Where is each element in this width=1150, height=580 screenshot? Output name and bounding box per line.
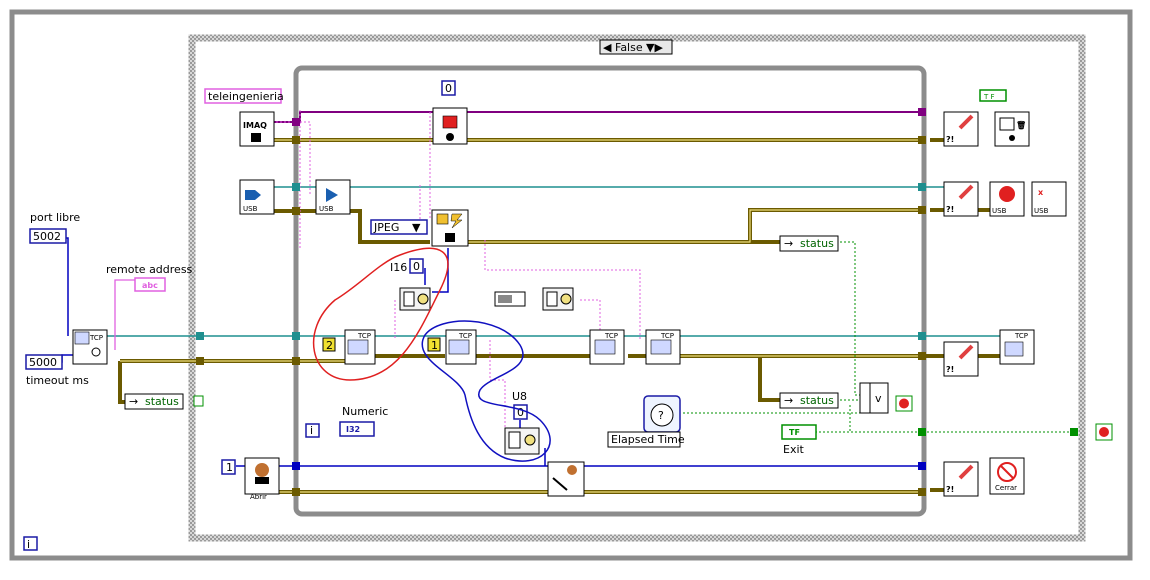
tcp-write-icon-4[interactable]: TCP xyxy=(645,329,681,365)
tcp-listen-icon[interactable]: TCP xyxy=(72,329,108,365)
elapsed-time-icon[interactable]: ? xyxy=(643,395,681,433)
svg-text:USB: USB xyxy=(992,207,1007,215)
stop-terminal-inner xyxy=(895,395,913,412)
usb-stop-icon[interactable]: USB xyxy=(989,181,1025,217)
usb-grab-icon[interactable]: USB xyxy=(315,179,351,215)
clear-errors-icon-1[interactable]: ?! xyxy=(943,111,979,147)
clear-errors-icon-4[interactable]: ?! xyxy=(943,461,979,497)
i16-zero[interactable]: 0 xyxy=(413,260,420,273)
cerrar-icon[interactable]: Cerrar xyxy=(989,457,1025,495)
const-one-value[interactable]: 1 xyxy=(431,339,438,352)
svg-text:▼[interactable]: ▼ xyxy=(412,221,421,234)
const-two-value[interactable]: 2 xyxy=(326,339,333,352)
session-value[interactable]: 1 xyxy=(226,461,233,474)
imaq-dispose-icon[interactable] xyxy=(547,461,585,497)
or-compound-icon: v xyxy=(859,382,889,414)
inner-loop-index-text: i xyxy=(310,424,313,437)
numeric-label: Numeric xyxy=(342,405,388,418)
svg-text:→: → xyxy=(784,237,793,250)
timeout-value[interactable]: 5000 xyxy=(29,356,57,369)
svg-text:TCP: TCP xyxy=(89,334,103,342)
usb-close-icon[interactable]: x USB xyxy=(1031,181,1067,217)
svg-text:status: status xyxy=(800,394,834,407)
imaq-create-icon[interactable]: IMAQ xyxy=(239,111,275,147)
remote-address-label: remote address xyxy=(106,263,193,276)
svg-text:Abrir: Abrir xyxy=(250,493,267,501)
zero-value[interactable]: 0 xyxy=(445,82,452,95)
tcp-close-icon[interactable]: TCP xyxy=(999,329,1035,365)
svg-text:?!: ?! xyxy=(946,135,954,144)
svg-text:IMAQ: IMAQ xyxy=(243,121,267,130)
svg-text:x: x xyxy=(1038,188,1044,197)
svg-text:→: → xyxy=(129,395,138,408)
u8-label: U8 xyxy=(512,390,527,403)
abrir-icon[interactable]: Abrir xyxy=(244,457,280,501)
svg-text:?!: ?! xyxy=(946,485,954,494)
status-unbundle-mid: → status xyxy=(779,392,839,409)
svg-text:TCP: TCP xyxy=(357,332,371,340)
tcp-write-icon-2[interactable]: TCP xyxy=(445,329,477,365)
svg-text:USB: USB xyxy=(1034,207,1049,215)
clear-errors-icon-2[interactable]: ?! xyxy=(943,181,979,217)
remote-address-type: abc xyxy=(142,281,158,290)
case-selector-left[interactable]: ◀ xyxy=(603,41,612,54)
svg-text:status: status xyxy=(800,237,834,250)
svg-text:TCP: TCP xyxy=(458,332,472,340)
tf-constant-text[interactable]: T F xyxy=(983,93,995,101)
svg-text:Cerrar: Cerrar xyxy=(995,484,1017,492)
svg-text:TCP: TCP xyxy=(660,332,674,340)
stop-terminal-outer xyxy=(1095,423,1113,441)
usb-camera-open-icon[interactable]: USB xyxy=(239,179,275,215)
exit-label: Exit xyxy=(783,443,805,456)
timeout-label: timeout ms xyxy=(26,374,89,387)
type-cast-i16-icon[interactable] xyxy=(399,287,431,311)
loop-index-text: i xyxy=(27,538,30,551)
svg-text:TCP: TCP xyxy=(604,332,618,340)
imaq-flatten-icon[interactable] xyxy=(431,209,469,247)
svg-text:?!: ?! xyxy=(946,365,954,374)
svg-text:TCP: TCP xyxy=(1014,332,1028,340)
svg-text:🗑: 🗑 xyxy=(1016,120,1026,130)
port-label: port libre xyxy=(30,211,80,224)
block-diagram: i ◀ False ▼▶ port libre 5002 5000 timeou… xyxy=(9,9,1133,561)
case-selector-right[interactable]: ▼▶ xyxy=(646,41,663,54)
svg-text:USB: USB xyxy=(319,205,334,213)
status-label-left: status xyxy=(145,395,179,408)
svg-text:→: → xyxy=(784,394,793,407)
svg-text:?!: ?! xyxy=(946,205,954,214)
tcp-write-icon-3[interactable]: TCP xyxy=(589,329,625,365)
svg-text:v: v xyxy=(875,392,882,405)
imaq-image-wire xyxy=(264,111,920,123)
image-format[interactable]: JPEG xyxy=(373,221,399,234)
loop-index-terminal xyxy=(23,536,38,551)
imaq-dispose-right-icon[interactable]: 🗑 xyxy=(994,111,1030,147)
u8-zero[interactable]: 0 xyxy=(517,406,524,419)
status-unbundle-top: → status xyxy=(779,235,839,252)
clear-errors-icon-3[interactable]: ?! xyxy=(943,341,979,377)
byte-array-icon[interactable] xyxy=(494,291,526,307)
case-selector-value[interactable]: False xyxy=(615,41,643,54)
port-value[interactable]: 5002 xyxy=(33,230,61,243)
numeric-type: I32 xyxy=(346,425,360,434)
camera-name[interactable]: teleingenieria xyxy=(208,90,284,103)
exit-type[interactable]: TF xyxy=(789,428,800,437)
type-cast-icon[interactable] xyxy=(542,287,574,311)
type-cast-u8-icon[interactable] xyxy=(504,427,540,455)
svg-text:USB: USB xyxy=(243,205,258,213)
elapsed-time-label: Elapsed Time xyxy=(611,433,685,446)
svg-text:?: ? xyxy=(658,409,664,422)
imaq-image-icon[interactable] xyxy=(432,107,468,145)
i16-label: I16 xyxy=(390,261,407,274)
tcp-write-icon-1[interactable]: TCP xyxy=(344,329,376,365)
